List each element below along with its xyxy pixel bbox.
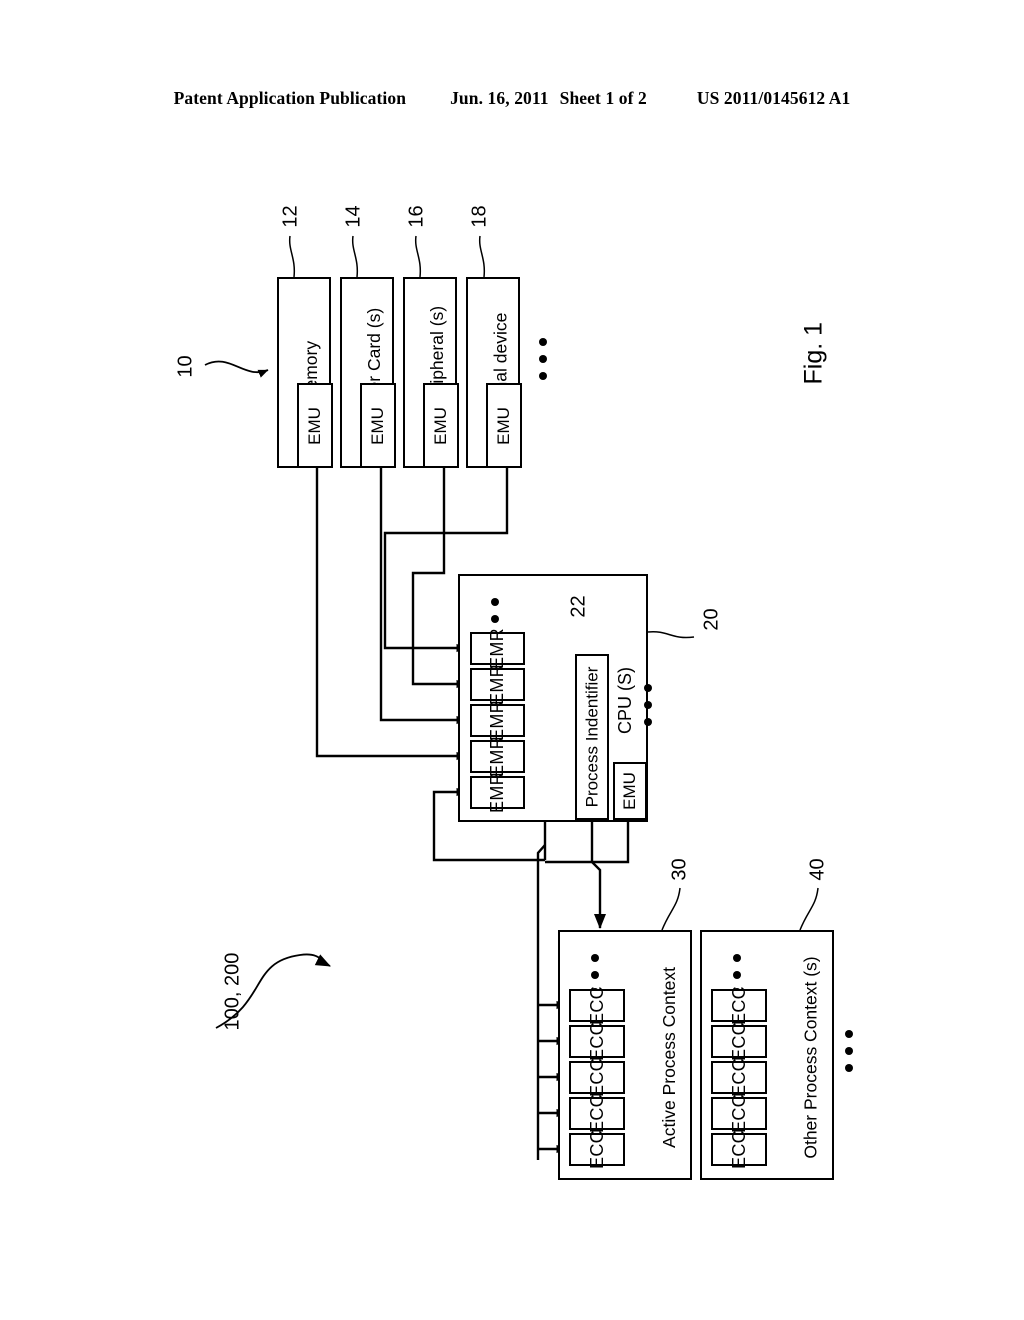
device-block-io-peripheral[interactable]: I/O Peripheral (s) EMU [403, 277, 459, 468]
device-block-memory[interactable]: Memory EMU [277, 277, 333, 468]
reference-numeral-22: 22 [567, 595, 590, 618]
reference-numeral-40: 40 [806, 858, 829, 881]
reference-numeral-20: 20 [700, 608, 723, 631]
ecc-cell[interactable]: ECC [569, 1094, 625, 1133]
ecc-cell[interactable]: ECC [569, 1058, 625, 1097]
emu-unit-adapter-card[interactable]: EMU [360, 383, 396, 468]
figure-label: Fig. 1 [799, 321, 828, 385]
device-row-ellipsis-icon [539, 338, 548, 380]
emu-unit-memory[interactable]: EMU [297, 383, 333, 468]
ecc-cell[interactable]: ECC [711, 1022, 767, 1061]
system-reference-numeral: 100, 200 [221, 952, 244, 1031]
ecc-cell[interactable]: ECC [711, 1058, 767, 1097]
emr-register[interactable]: EMR [470, 736, 525, 777]
ecc-cell[interactable]: ECC [569, 1022, 625, 1061]
process-identifier-label: Process Indentifier [582, 666, 602, 808]
emr-register[interactable]: EMR [470, 772, 525, 813]
reference-numeral-18: 18 [468, 205, 491, 228]
emr-register[interactable]: EMR [470, 664, 525, 705]
ecc-cell[interactable]: ECC [711, 986, 767, 1025]
reference-numeral-14: 14 [342, 205, 365, 228]
ecc-cell[interactable]: ECC [711, 1130, 767, 1169]
device-group-reference-numeral: 10 [174, 355, 197, 378]
other-process-context-label: Other Process Context (s) [800, 955, 821, 1159]
active-process-context-label: Active Process Context [658, 966, 679, 1148]
context-row-ellipsis-icon [845, 1030, 854, 1072]
emr-register[interactable]: EMR [470, 628, 525, 669]
cpu-instance-ellipsis-icon [644, 684, 653, 726]
reference-numeral-16: 16 [405, 205, 428, 228]
ecc-cell[interactable]: ECC [569, 986, 625, 1025]
emu-unit-cpu[interactable]: EMU [613, 762, 647, 820]
emu-unit-external-device[interactable]: EMU [486, 383, 522, 468]
patent-figure-1: Fig. 1 100, 200 10 Memory EMU 12 Adapter… [0, 0, 1024, 1320]
reference-numeral-12: 12 [279, 205, 302, 228]
emr-register[interactable]: EMR [470, 700, 525, 741]
ecc-cell[interactable]: ECC [569, 1130, 625, 1169]
emu-unit-io-peripheral[interactable]: EMU [423, 383, 459, 468]
reference-numeral-30: 30 [668, 858, 691, 881]
device-block-adapter-card[interactable]: Adapter Card (s) EMU [340, 277, 396, 468]
device-block-external-device[interactable]: External device EMU [466, 277, 522, 468]
process-identifier-block[interactable]: Process Indentifier [575, 654, 609, 820]
ecc-cell[interactable]: ECC [711, 1094, 767, 1133]
